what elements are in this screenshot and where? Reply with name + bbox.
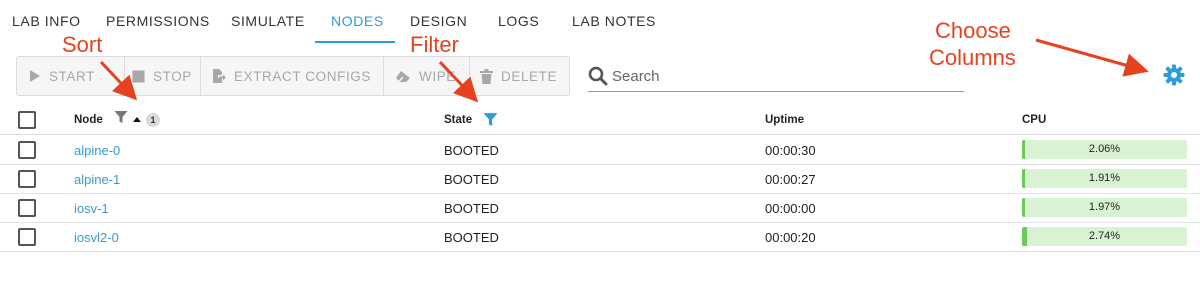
table-header: Node 1 State Uptime CPU xyxy=(0,105,1200,135)
cpu-bar: 1.97% xyxy=(1022,198,1187,217)
node-toolbar: START STOP EXTRACT CONFIGS WIPE DELETE xyxy=(16,56,570,96)
table-row[interactable]: alpine-0 BOOTED 00:00:30 2.06% xyxy=(0,136,1200,165)
annotation-filter: Filter xyxy=(410,32,459,57)
node-state: BOOTED xyxy=(444,230,499,245)
play-icon xyxy=(29,69,41,83)
cpu-bar: 2.74% xyxy=(1022,227,1187,246)
table-row[interactable]: iosvl2-0 BOOTED 00:00:20 2.74% xyxy=(0,223,1200,252)
stop-button[interactable]: STOP xyxy=(132,57,192,95)
delete-button[interactable]: DELETE xyxy=(480,57,557,95)
start-button[interactable]: START xyxy=(29,57,95,95)
sort-up-icon[interactable] xyxy=(132,111,142,129)
row-checkbox[interactable] xyxy=(18,228,36,246)
tab-lab-notes[interactable]: LAB NOTES xyxy=(572,13,656,29)
search-input[interactable] xyxy=(612,62,962,90)
toolbar-divider xyxy=(124,57,125,95)
cpu-value: 1.97% xyxy=(1088,201,1121,213)
column-header-state[interactable]: State xyxy=(444,114,472,126)
node-uptime: 00:00:00 xyxy=(765,201,816,216)
eraser-icon xyxy=(395,70,411,83)
node-uptime: 00:00:30 xyxy=(765,143,816,158)
toolbar-divider xyxy=(383,57,384,95)
annotation-sort: Sort xyxy=(62,32,103,57)
node-uptime: 00:00:27 xyxy=(765,172,816,187)
tab-simulate[interactable]: SIMULATE xyxy=(231,13,305,29)
wipe-button-label: WIPE xyxy=(419,68,456,84)
annotation-choose-columns-line1: Choose xyxy=(935,18,1011,43)
tab-nodes[interactable]: NODES xyxy=(331,13,384,29)
node-name-link[interactable]: alpine-0 xyxy=(74,143,120,158)
row-checkbox[interactable] xyxy=(18,170,36,188)
node-state: BOOTED xyxy=(444,201,499,216)
cpu-bar: 1.91% xyxy=(1022,169,1187,188)
wipe-button[interactable]: WIPE xyxy=(395,57,456,95)
toolbar-divider xyxy=(469,57,470,95)
node-name-link[interactable]: alpine-1 xyxy=(74,172,120,187)
node-name-link[interactable]: iosvl2-0 xyxy=(74,230,119,245)
node-column-controls: 1 xyxy=(114,110,160,129)
node-name-link[interactable]: iosv-1 xyxy=(74,201,109,216)
trash-icon xyxy=(480,68,493,84)
choose-columns-gear-icon[interactable] xyxy=(1163,64,1185,91)
state-filter-icon[interactable] xyxy=(483,112,498,132)
search-box xyxy=(588,62,964,92)
select-all-checkbox[interactable] xyxy=(18,111,36,129)
column-header-node[interactable]: Node xyxy=(74,114,103,126)
tab-permissions[interactable]: PERMISSIONS xyxy=(106,13,210,29)
extract-configs-button[interactable]: EXTRACT CONFIGS xyxy=(212,57,371,95)
stop-icon xyxy=(132,70,145,83)
search-icon xyxy=(588,66,608,91)
toolbar-divider xyxy=(200,57,201,95)
tab-lab-info[interactable]: LAB INFO xyxy=(12,13,81,29)
tab-design[interactable]: DESIGN xyxy=(410,13,467,29)
annotation-choose-columns-line2: Columns xyxy=(929,45,1016,70)
start-button-label: START xyxy=(49,68,96,84)
tab-logs[interactable]: LOGS xyxy=(498,13,539,29)
extract-configs-button-label: EXTRACT CONFIGS xyxy=(234,68,372,84)
node-state: BOOTED xyxy=(444,172,499,187)
filter-icon[interactable] xyxy=(114,110,128,129)
node-uptime: 00:00:20 xyxy=(765,230,816,245)
extract-icon xyxy=(212,68,226,84)
sort-order-badge: 1 xyxy=(146,112,160,127)
column-header-cpu[interactable]: CPU xyxy=(1022,114,1046,126)
cpu-bar: 2.06% xyxy=(1022,140,1187,159)
stop-button-label: STOP xyxy=(153,68,192,84)
column-header-uptime[interactable]: Uptime xyxy=(765,114,804,126)
tab-bar: LAB INFO PERMISSIONS SIMULATE NODES DESI… xyxy=(0,0,1200,44)
table-row[interactable]: iosv-1 BOOTED 00:00:00 1.97% xyxy=(0,194,1200,223)
table-row[interactable]: alpine-1 BOOTED 00:00:27 1.91% xyxy=(0,165,1200,194)
row-checkbox[interactable] xyxy=(18,141,36,159)
row-checkbox[interactable] xyxy=(18,199,36,217)
delete-button-label: DELETE xyxy=(501,68,558,84)
cpu-value: 1.91% xyxy=(1088,172,1121,184)
cpu-value: 2.74% xyxy=(1088,230,1121,242)
cpu-value: 2.06% xyxy=(1088,143,1121,155)
node-state: BOOTED xyxy=(444,143,499,158)
choose-columns-arrow xyxy=(1035,38,1149,77)
active-tab-indicator xyxy=(315,41,395,43)
